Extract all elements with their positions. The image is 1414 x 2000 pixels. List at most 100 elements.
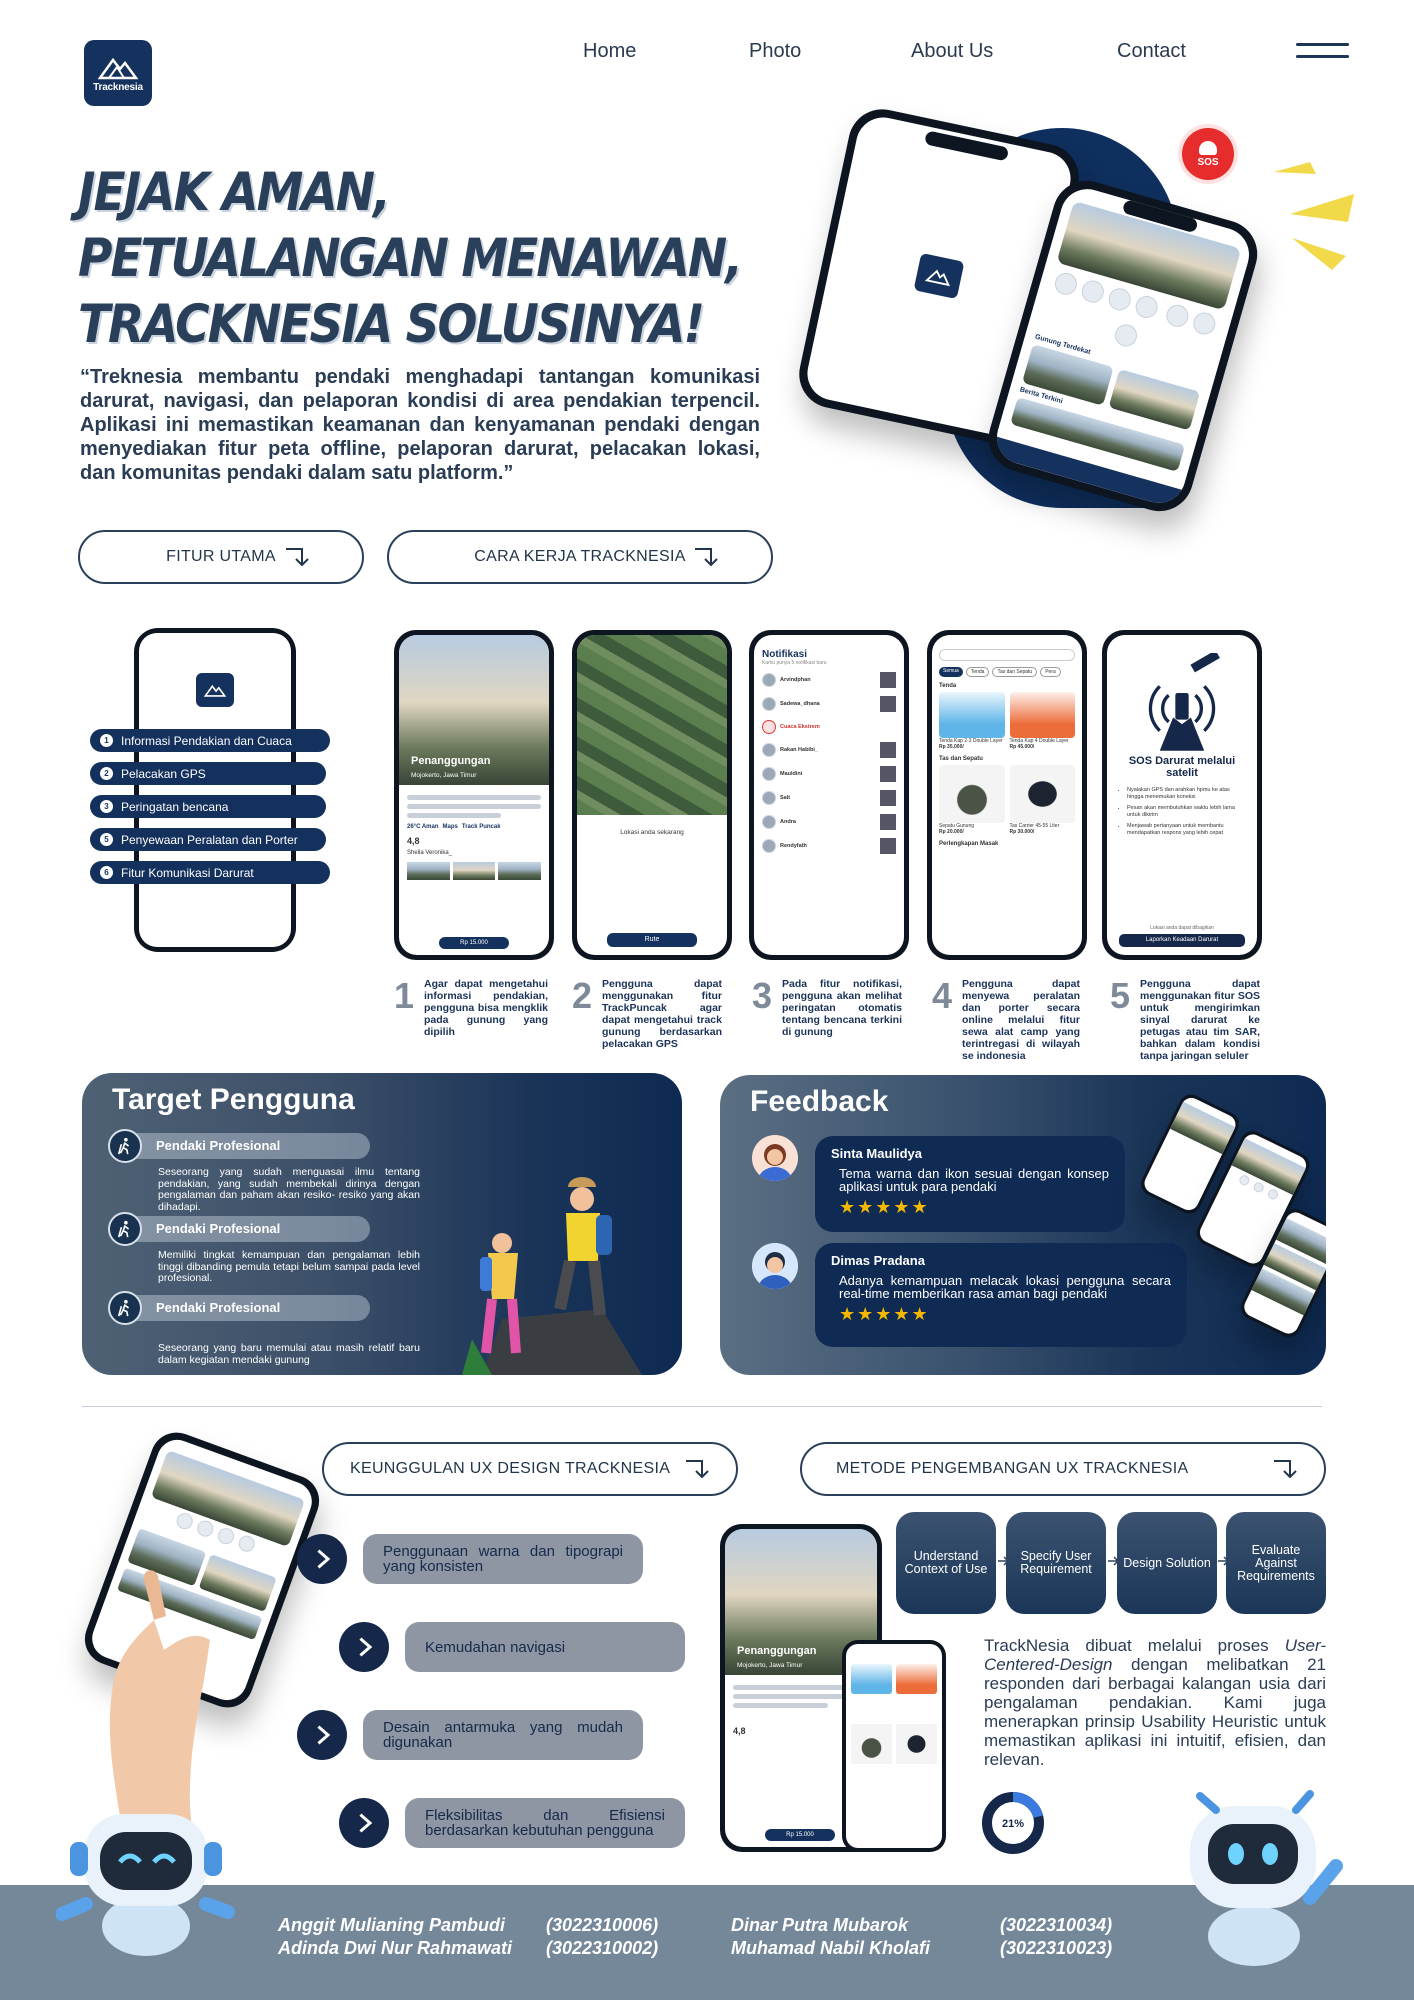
how-it-works-button[interactable]: CARA KERJA TRACKNESIA	[387, 530, 773, 584]
member-name: Muhamad Nabil Kholafi	[731, 1938, 931, 1958]
sos-label: SOS	[1197, 156, 1219, 168]
chevron-right-icon[interactable]	[339, 1798, 389, 1848]
feature-item[interactable]: 3 Peringatan bencana	[90, 795, 326, 818]
hero-title-line: JEJAK AMAN,	[78, 161, 391, 224]
bell-icon	[1199, 140, 1217, 155]
method-step: Understand Context of Use	[896, 1512, 996, 1614]
feature-item[interactable]: 1 Informasi Pendakian dan Cuaca	[90, 729, 330, 752]
robot-mascot-right	[1190, 1790, 1343, 1966]
screen-gps-map: Lokasi anda sekarang Rute	[572, 630, 732, 960]
feature-list: 1 Informasi Pendakian dan Cuaca 2 Pelacaka…	[90, 729, 330, 894]
target-user-item: Pendaki Profesional Seseorang yang baru …	[108, 1291, 432, 1366]
notifications-title: Notifikasi	[762, 649, 808, 660]
mountain-location: Mojokerto, Jawa Timur	[411, 772, 477, 779]
feedback-title: Feedback	[750, 1085, 889, 1118]
hikers-illustration	[462, 1177, 642, 1375]
feedback-text: Adanya kemampuan melacak lokasi pengguna…	[839, 1273, 1171, 1301]
filter-chip[interactable]: Tenda	[965, 667, 990, 677]
screen-equipment-rental: Semua Tenda Tas dan Sepatu Pera Tenda Te…	[927, 630, 1087, 960]
mountain-logo-icon	[98, 57, 138, 79]
member-id: (3022310034)	[1000, 1915, 1113, 1935]
screen-mountain-detail: Penanggungan Mojokerto, Jawa Timur 26°C …	[394, 630, 554, 960]
hiker-icon	[108, 1212, 142, 1246]
section-divider	[82, 1406, 1322, 1407]
ux-advantages-button[interactable]: KEUNGGULAN UX DESIGN TRACKNESIA	[322, 1442, 738, 1496]
feedback-card: Feedback Sinta Maulidya Tema warna dan i…	[720, 1075, 1326, 1375]
feature-step: 1 Agar dapat mengetahui informasi pendaki…	[394, 975, 548, 1039]
hiker-icon	[108, 1291, 142, 1325]
nav-home[interactable]: Home	[583, 40, 636, 63]
product-card[interactable]: Tenda Kap 2-3 Double Layer Rp 35.000/	[939, 692, 1005, 750]
method-step: Design Solution	[1117, 1512, 1217, 1614]
robot-mascot-left	[56, 1814, 235, 1956]
avatar-male	[752, 1243, 798, 1289]
notification-row[interactable]: Sadewa_dhana	[762, 696, 896, 712]
notification-row[interactable]: Rendyfath	[762, 838, 896, 854]
product-card[interactable]: Sepatu Gunung Rp 20.000/	[939, 765, 1005, 835]
feedback-item: Sinta Maulidya Tema warna dan ikon sesua…	[815, 1136, 1125, 1232]
member-id: (3022310023)	[1000, 1938, 1113, 1958]
notification-row[interactable]: Andra	[762, 814, 896, 830]
report-emergency-button[interactable]: Laporkan Keadaan Darurat	[1119, 934, 1245, 947]
star-rating: ★★★★★	[839, 1197, 930, 1217]
filter-chip[interactable]: Pera	[1040, 667, 1061, 677]
feature-item[interactable]: 6 Fitur Komunikasi Darurat	[90, 861, 330, 884]
donut-label: 21%	[1002, 1818, 1024, 1830]
ray-burst-icon	[1274, 162, 1354, 270]
ux-method-label: METODE PENGEMBANGAN UX TRACKNESIA	[836, 1460, 1189, 1477]
price-button[interactable]: Rp 15.000	[439, 937, 509, 949]
notification-row[interactable]: Cuaca Ekstrem	[762, 720, 896, 734]
star-rating: ★★★★★	[839, 1304, 930, 1324]
product-card[interactable]: Tas Carrier 45-55 Liter Rp 30.000/	[1009, 765, 1075, 835]
current-location-label: Lokasi anda sekarang	[620, 829, 684, 836]
method-step: Specify User Requirement	[1006, 1512, 1106, 1614]
chevron-right-icon[interactable]	[297, 1710, 347, 1760]
notification-row[interactable]: Arvindphan	[762, 672, 896, 688]
respondent-donut-chart: 21%	[982, 1792, 1044, 1854]
hero-title-line: PETUALANGAN MENAWAN,	[78, 227, 743, 290]
notification-row[interactable]: Mauldini	[762, 766, 896, 782]
feature-item[interactable]: 5 Penyewaan Peralatan dan Porter	[90, 828, 326, 851]
target-user-item: Pendaki Profesional Seseorang yang sudah…	[108, 1129, 432, 1213]
member-id: (3022310006)	[546, 1915, 659, 1935]
screen-sos: SOS Darurat melalui satelit Nyalakan GPS…	[1102, 630, 1262, 960]
search-bar[interactable]	[939, 649, 1075, 661]
chevron-right-icon[interactable]	[297, 1534, 347, 1584]
nav-photo[interactable]: Photo	[749, 40, 801, 63]
reviewer-name: Sheila Veronika_	[407, 850, 453, 856]
filter-chip[interactable]: Tas dan Sepatu	[992, 667, 1038, 677]
satellite-sos-icon	[1148, 650, 1220, 751]
feature-item[interactable]: 2 Pelacakan GPS	[90, 762, 326, 785]
features-button-label: FITUR UTAMA	[166, 548, 276, 565]
filter-chip[interactable]: Semua	[939, 667, 963, 677]
hamburger-menu-icon[interactable]	[1296, 43, 1349, 61]
arrow-down-right-icon	[686, 1460, 709, 1479]
screen-notifications: Notifikasi Kamu punya 5 notifikasi baru …	[749, 630, 909, 960]
features-button[interactable]: FITUR UTAMA	[78, 530, 364, 584]
notification-row[interactable]: Salt	[762, 790, 896, 806]
member-id: (3022310002)	[546, 1938, 659, 1958]
avatar-female	[752, 1135, 798, 1181]
notification-row[interactable]: Rakan Habibi_	[762, 742, 896, 758]
arrow-down-right-icon	[695, 548, 718, 567]
feature-step: 5 Pengguna dapat menggunakan fitur SOS un…	[1110, 975, 1260, 1063]
feedback-item: Dimas Pradana Adanya kemampuan melacak l…	[815, 1243, 1187, 1347]
method-step: Evaluate Against Requirements	[1226, 1512, 1326, 1614]
nav-contact[interactable]: Contact	[1117, 40, 1186, 63]
hero-description: “Treknesia membantu pendaki menghadapi t…	[80, 366, 760, 484]
member-name: Anggit Mulianing Pambudi	[278, 1915, 505, 1935]
nav-about[interactable]: About Us	[911, 40, 993, 63]
app-logo-icon	[196, 673, 234, 707]
brand-logo[interactable]: Tracknesia	[84, 40, 152, 106]
target-users-title: Target Pengguna	[112, 1083, 355, 1116]
sos-title: SOS Darurat melalui satelit	[1128, 755, 1236, 779]
route-button[interactable]: Rute	[607, 933, 697, 947]
ux-advantages-label: KEUNGGULAN UX DESIGN TRACKNESIA	[350, 1460, 671, 1477]
ux-method-button[interactable]: METODE PENGEMBANGAN UX TRACKNESIA	[800, 1442, 1326, 1496]
rating-value: 4,8	[407, 836, 420, 846]
hiker-icon	[108, 1129, 142, 1163]
method-phone-rental	[842, 1640, 946, 1852]
product-card[interactable]: Tenda Kap 4 Double Layer Rp 45.000/	[1009, 692, 1075, 750]
chevron-right-icon[interactable]	[339, 1622, 389, 1672]
reviewer-name: Dimas Pradana	[831, 1253, 925, 1268]
